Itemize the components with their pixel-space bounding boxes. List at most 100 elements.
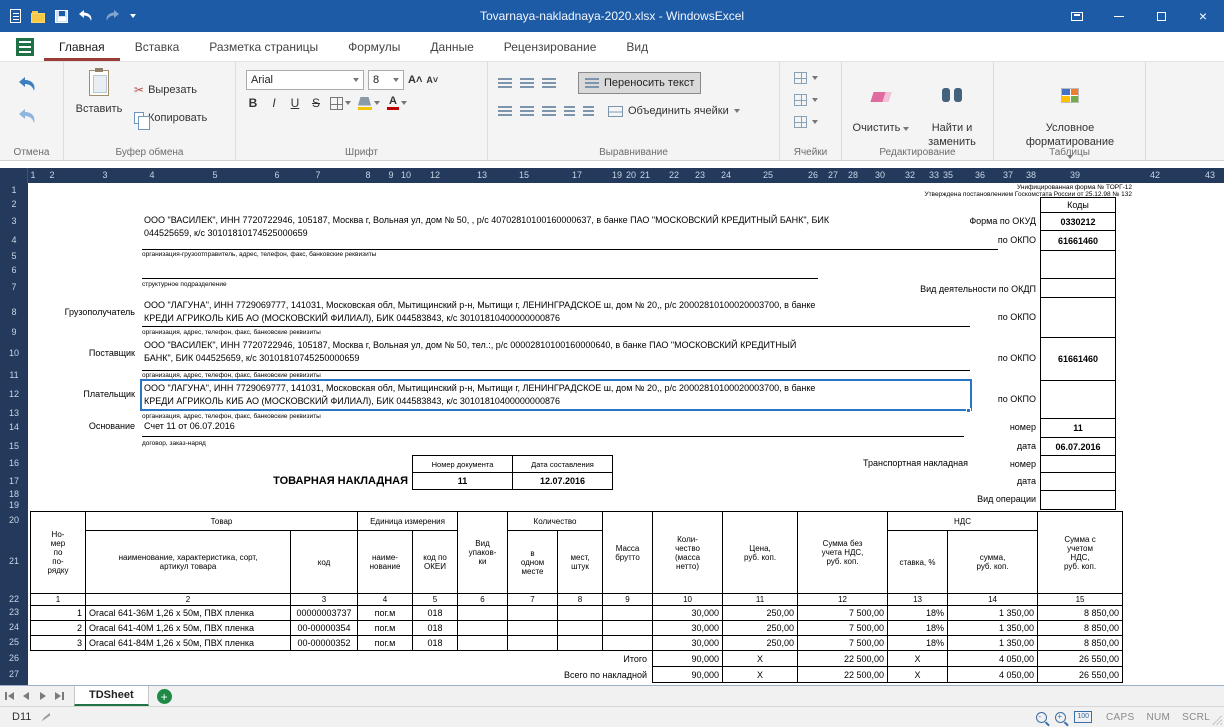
cut-button[interactable]: ✂ Вырезать bbox=[134, 84, 197, 96]
row-header[interactable]: 8 bbox=[0, 297, 28, 327]
cell-vat[interactable]: 1 350,00 bbox=[947, 605, 1039, 621]
shrink-font-button[interactable]: А˅ bbox=[426, 75, 438, 85]
ribbon-tab[interactable]: Вставка bbox=[120, 32, 195, 61]
row-header[interactable]: 5 bbox=[0, 250, 28, 262]
payer-cell selected-cell[interactable]: ООО "ЛАГУНА", ИНН 7729069777, 141031, Мо… bbox=[140, 379, 972, 411]
cell-rate[interactable]: 18% bbox=[887, 605, 949, 621]
cell-per-place[interactable] bbox=[507, 620, 559, 636]
find-replace-button[interactable]: Найти и заменить bbox=[920, 72, 984, 149]
cell-qty[interactable]: 30,000 bbox=[652, 605, 724, 621]
insert-cells-button[interactable] bbox=[794, 72, 818, 84]
codes-header-cell[interactable]: Коды bbox=[1040, 197, 1116, 213]
paste-button[interactable]: Вставить bbox=[72, 68, 126, 115]
col-num[interactable]: 3 bbox=[290, 593, 358, 606]
row-header[interactable]: 17 bbox=[0, 472, 28, 490]
cell-places[interactable] bbox=[557, 620, 604, 636]
underline-button[interactable]: U bbox=[288, 96, 302, 110]
add-sheet-button[interactable]: + bbox=[156, 689, 172, 704]
column-header[interactable]: 12 bbox=[425, 168, 445, 183]
supplier-cell[interactable]: ООО "ВАСИЛЕК", ИНН 7720722946, 105187, М… bbox=[142, 337, 970, 371]
col-num[interactable]: 10 bbox=[652, 593, 724, 606]
zoom-in-icon[interactable]: + bbox=[1055, 711, 1067, 723]
cell-code[interactable]: 00000003737 bbox=[290, 605, 358, 621]
cell-pack[interactable] bbox=[457, 635, 509, 651]
column-header[interactable]: 38 bbox=[1021, 168, 1041, 183]
ribbon-tab[interactable]: Формулы bbox=[333, 32, 415, 61]
col-header-code[interactable]: код bbox=[290, 530, 358, 594]
itogo-price-x[interactable]: X bbox=[722, 650, 799, 667]
undo-icon[interactable] bbox=[18, 76, 38, 92]
empty-code-cell[interactable] bbox=[1040, 250, 1116, 279]
col-num[interactable]: 15 bbox=[1037, 593, 1124, 606]
cell-sum[interactable]: 7 500,00 bbox=[797, 620, 889, 636]
cell-vat[interactable]: 1 350,00 bbox=[947, 635, 1039, 651]
row-header[interactable]: 3 bbox=[0, 212, 28, 230]
row-header[interactable]: 9 bbox=[0, 327, 28, 337]
column-header[interactable]: 32 bbox=[900, 168, 920, 183]
strikethrough-button[interactable]: S bbox=[309, 96, 323, 110]
col-num[interactable]: 1 bbox=[30, 593, 86, 606]
ribbon-tab[interactable]: Данные bbox=[415, 32, 488, 61]
bold-button[interactable]: B bbox=[246, 96, 260, 110]
vsego-price-x[interactable]: X bbox=[722, 666, 799, 683]
cell-num[interactable]: 1 bbox=[30, 605, 86, 621]
prev-sheet-button[interactable] bbox=[17, 686, 34, 706]
payer-okpo-cell[interactable] bbox=[1040, 380, 1116, 419]
row-header[interactable]: 20 bbox=[0, 511, 28, 530]
vsego-vat[interactable]: 4 050,00 bbox=[947, 666, 1039, 683]
merge-cells-button[interactable]: Объединить ячейки bbox=[602, 100, 746, 122]
resize-grip[interactable] bbox=[1212, 715, 1222, 725]
cell-places[interactable] bbox=[557, 635, 604, 651]
cell-num[interactable]: 2 bbox=[30, 620, 86, 636]
col-num[interactable]: 6 bbox=[457, 593, 509, 606]
cell-gross[interactable] bbox=[602, 635, 654, 651]
basis-number-cell[interactable]: 11 bbox=[1040, 418, 1116, 438]
col-header-vat-sum[interactable]: сумма, руб. коп. bbox=[947, 530, 1039, 594]
cell-gross[interactable] bbox=[602, 620, 654, 636]
font-size-select[interactable]: 8 bbox=[368, 70, 404, 90]
fill-handle[interactable] bbox=[966, 408, 971, 413]
column-header[interactable]: 15 bbox=[514, 168, 534, 183]
row-header[interactable]: 24 bbox=[0, 620, 28, 635]
cell-name[interactable]: Oracal 641-36M 1,26 х 50м, ПВХ пленка bbox=[85, 605, 291, 621]
col-header-unit-name[interactable]: наиме- нование bbox=[357, 530, 413, 594]
cell-pack[interactable] bbox=[457, 605, 509, 621]
col-header-unit[interactable]: Единица измерения bbox=[356, 511, 459, 531]
fill-color-button[interactable] bbox=[358, 96, 380, 110]
align-top-icon[interactable] bbox=[498, 77, 512, 89]
cell-price[interactable]: 250,00 bbox=[722, 605, 799, 621]
cell-sum[interactable]: 7 500,00 bbox=[797, 635, 889, 651]
cell-gross[interactable] bbox=[602, 605, 654, 621]
copy-button[interactable]: Копировать bbox=[134, 112, 207, 130]
basis-cell[interactable]: Счет 11 от 06.07.2016 bbox=[142, 418, 964, 437]
row-header[interactable]: 16 bbox=[0, 455, 28, 472]
cell-vat[interactable]: 1 350,00 bbox=[947, 620, 1039, 636]
vsego-rate-x[interactable]: X bbox=[887, 666, 949, 683]
italic-button[interactable]: I bbox=[267, 96, 281, 110]
row-header[interactable]: 12 bbox=[0, 380, 28, 408]
next-sheet-button[interactable] bbox=[34, 686, 51, 706]
col-header-price[interactable]: Цена, руб. коп. bbox=[722, 511, 799, 594]
column-header[interactable]: 7 bbox=[308, 168, 328, 183]
repeat-icon[interactable] bbox=[18, 108, 38, 124]
column-header[interactable]: 26 bbox=[803, 168, 823, 183]
row-header[interactable]: 25 bbox=[0, 635, 28, 650]
itogo-vat[interactable]: 4 050,00 bbox=[947, 650, 1039, 667]
itogo-sum[interactable]: 22 500,00 bbox=[797, 650, 889, 667]
shipper-cell[interactable]: ООО "ВАСИЛЕК", ИНН 7720722946, 105187, М… bbox=[142, 212, 998, 250]
column-header[interactable]: 30 bbox=[870, 168, 890, 183]
col-num[interactable]: 11 bbox=[722, 593, 799, 606]
col-header-qty-net[interactable]: Коли- чество (масса нетто) bbox=[652, 511, 724, 594]
cell-per-place[interactable] bbox=[507, 635, 559, 651]
cell-qty[interactable]: 30,000 bbox=[652, 635, 724, 651]
transport-number-cell[interactable] bbox=[1040, 455, 1116, 473]
column-header[interactable]: 39 bbox=[1065, 168, 1085, 183]
row-header[interactable]: 18 bbox=[0, 489, 28, 499]
row-header[interactable]: 21 bbox=[0, 530, 28, 593]
row-header[interactable]: 4 bbox=[0, 230, 28, 250]
col-header-qty-one[interactable]: в одном месте bbox=[507, 530, 559, 594]
col-header-name[interactable]: наименование, характеристика, сорт, арти… bbox=[85, 530, 291, 594]
column-header[interactable]: 13 bbox=[472, 168, 492, 183]
column-header[interactable]: 27 bbox=[823, 168, 843, 183]
doc-number-header[interactable]: Номер документа bbox=[412, 455, 513, 473]
